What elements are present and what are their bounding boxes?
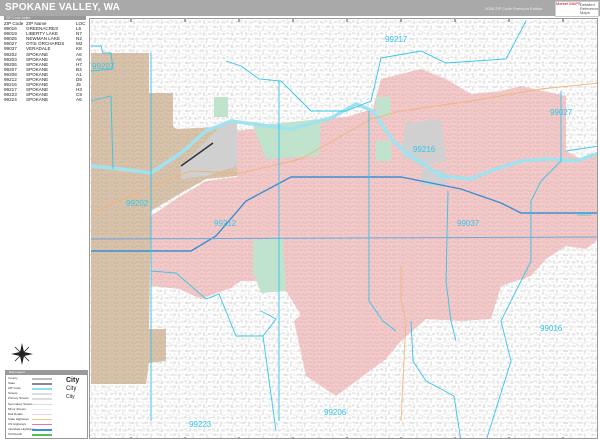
map-svg: 99217 99207 99027 99216 99202 99212 9903… xyxy=(90,19,597,438)
zip-index-row: 99224 SPOKANE A6 xyxy=(4,97,86,102)
grid-location: A6 xyxy=(76,97,82,103)
legend-swatch xyxy=(32,398,52,400)
logo-text: Market MAPS xyxy=(556,1,581,6)
zip-code: 99224 xyxy=(4,97,17,103)
zip-label: 99207 xyxy=(92,62,115,71)
legend-city-medium: City xyxy=(66,386,77,392)
legend-swatch xyxy=(32,429,52,431)
zip-code-index: ZIP Code Index ZIP Code ZIP Name LOC 990… xyxy=(4,16,86,103)
zip-index-caption: ZIP Code Index xyxy=(4,16,86,20)
legend-swatch xyxy=(32,378,52,380)
street-grid xyxy=(90,19,597,438)
zip-label: 99202 xyxy=(126,199,149,208)
compass-rose-icon xyxy=(11,343,33,365)
zip-label: 99013 xyxy=(577,212,591,218)
zip-label: 99223 xyxy=(189,420,212,429)
zip-label: 99216 xyxy=(413,145,436,154)
legend-city-small: City xyxy=(66,394,75,400)
publisher-logo: Market MAPS Detailed Reference Maps xyxy=(555,1,599,17)
zip-label: 99027 xyxy=(550,108,573,117)
zip-label: 99212 xyxy=(214,219,237,228)
legend-swatch xyxy=(32,403,52,405)
legend-item: Toll Roads xyxy=(8,432,23,437)
logo-subtext: Detailed Reference Maps xyxy=(580,2,599,15)
map-title: SPOKANE VALLEY, WA xyxy=(5,2,121,13)
legend-city-large: City xyxy=(66,377,80,384)
zip-label: 99016 xyxy=(540,324,563,333)
legend-swatch xyxy=(32,393,52,395)
legend-swatch xyxy=(32,388,52,390)
legend-swatch xyxy=(32,383,52,385)
edition-label: 2026 ZIP Code Premium Edition xyxy=(485,6,543,11)
zip-name: SPOKANE xyxy=(26,97,49,103)
legend-title: Map Legend xyxy=(6,370,87,375)
title-bar: SPOKANE VALLEY, WA 2026 ZIP Code Premium… xyxy=(0,0,600,17)
legend-swatch xyxy=(32,418,52,421)
legend-swatch xyxy=(32,413,52,416)
legend-swatch xyxy=(32,408,52,411)
zip-label: 99037 xyxy=(457,219,480,228)
legend-swatch xyxy=(32,423,52,426)
zip-label: 99217 xyxy=(385,35,408,44)
legend-swatch xyxy=(32,434,52,436)
map-canvas[interactable]: 99217 99207 99027 99216 99202 99212 9903… xyxy=(89,18,598,439)
map-legend: Map Legend County State ZIP Code Streets Pri… xyxy=(5,370,88,439)
zip-label: 99206 xyxy=(324,408,347,417)
